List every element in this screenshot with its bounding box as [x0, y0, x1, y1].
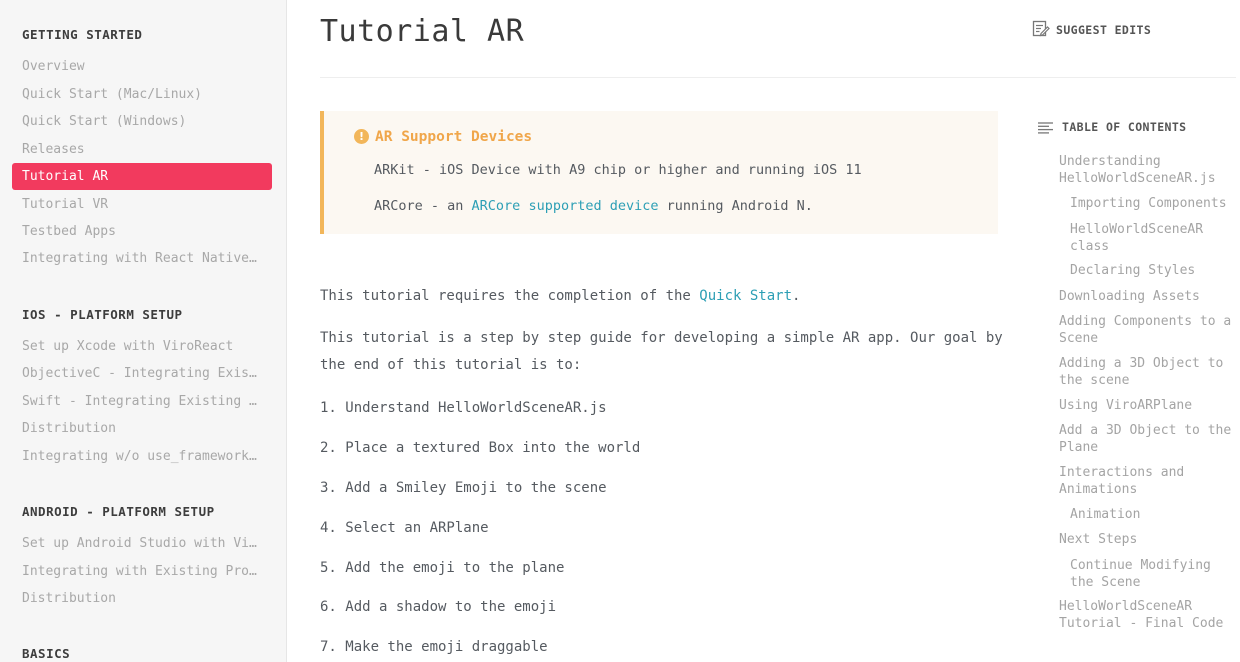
quick-start-link[interactable]: Quick Start — [699, 288, 792, 304]
toc-item[interactable]: Interactions and Animations — [1059, 464, 1239, 498]
callout-title: ! AR Support Devices — [354, 129, 532, 145]
suggest-edits-button[interactable]: SUGGEST EDITS — [1032, 20, 1151, 38]
toc-item[interactable]: Declaring Styles — [1070, 262, 1238, 279]
intro-paragraph: This tutorial requires the completion of… — [320, 288, 800, 304]
toc-item[interactable]: Using ViroARPlane — [1059, 397, 1239, 414]
step-item: 3. Add a Smiley Emoji to the scene — [320, 480, 607, 496]
sidebar-section-title: BASICS — [22, 646, 71, 661]
step-item: 1. Understand HelloWorldSceneAR.js — [320, 400, 607, 416]
sidebar-item-testbed-apps[interactable]: Testbed Apps — [12, 218, 262, 245]
step-item: 4. Select an ARPlane — [320, 520, 489, 536]
arcore-supported-device-link[interactable]: ARCore supported device — [472, 198, 659, 214]
sidebar-item-tutorial-vr[interactable]: Tutorial VR — [12, 191, 262, 218]
sidebar-item-tutorial-ar[interactable]: Tutorial AR — [12, 163, 272, 190]
callout-text: running Android N. — [658, 198, 813, 214]
sidebar-item-setup-android-studio[interactable]: Set up Android Studio with ViroR… — [12, 530, 262, 557]
sidebar-item-swift-integrating[interactable]: Swift - Integrating Existing Pro… — [12, 388, 262, 415]
paragraph-text: This tutorial requires the completion of… — [320, 288, 700, 304]
goal-paragraph-line1: This tutorial is a step by step guide fo… — [320, 330, 1003, 346]
toc-header: TABLE OF CONTENTS — [1038, 120, 1187, 134]
page-title: Tutorial AR — [320, 14, 525, 49]
suggest-edits-label: SUGGEST EDITS — [1056, 23, 1152, 37]
sidebar-section-title: ANDROID - PLATFORM SETUP — [22, 504, 215, 519]
toc-item[interactable]: Add a 3D Object to the Plane — [1059, 422, 1239, 456]
sidebar-item-quick-start-windows[interactable]: Quick Start (Windows) — [12, 108, 262, 135]
toc-item[interactable]: Adding a 3D Object to the scene — [1059, 355, 1239, 389]
sidebar-item-integrating-react-native[interactable]: Integrating with React Native Pr… — [12, 245, 262, 272]
sidebar: GETTING STARTED Overview Quick Start (Ma… — [0, 0, 287, 662]
callout-line-arkit: ARKit - iOS Device with A9 chip or highe… — [374, 162, 862, 178]
edit-icon — [1032, 20, 1050, 37]
toc-item[interactable]: Animation — [1070, 506, 1238, 523]
toc-item[interactable]: Importing Components — [1070, 195, 1238, 212]
toc-item[interactable]: HelloWorldSceneAR class — [1070, 221, 1238, 255]
toc-header-label: TABLE OF CONTENTS — [1062, 120, 1187, 134]
list-icon — [1038, 122, 1053, 134]
callout-line-arcore: ARCore - an ARCore supported device runn… — [374, 198, 813, 214]
callout-text: ARCore - an — [374, 198, 472, 214]
toc-item[interactable]: HelloWorldSceneAR Tutorial - Final Code — [1059, 598, 1239, 632]
sidebar-item-objectivec-integrating[interactable]: ObjectiveC - Integrating Existin… — [12, 360, 262, 387]
sidebar-item-android-distribution[interactable]: Distribution — [12, 585, 262, 612]
toc-item[interactable]: Downloading Assets — [1059, 288, 1239, 305]
step-item: 7. Make the emoji draggable — [320, 639, 548, 655]
toc-item[interactable]: Continue Modifying the Scene — [1070, 557, 1238, 591]
step-item: 5. Add the emoji to the plane — [320, 560, 565, 576]
sidebar-item-integrating-without-frameworks[interactable]: Integrating w/o use_frameworks! … — [12, 443, 262, 470]
toc-item[interactable]: Next Steps — [1059, 531, 1239, 548]
sidebar-item-quick-start-mac-linux[interactable]: Quick Start (Mac/Linux) — [12, 81, 262, 108]
sidebar-item-releases[interactable]: Releases — [12, 136, 262, 163]
sidebar-section-title: IOS - PLATFORM SETUP — [22, 307, 183, 322]
exclamation-icon: ! — [354, 129, 369, 144]
sidebar-item-overview[interactable]: Overview — [12, 53, 262, 80]
toc-item[interactable]: Understanding HelloWorldSceneAR.js — [1059, 153, 1239, 187]
toc-item[interactable]: Adding Components to a Scene — [1059, 313, 1239, 347]
step-item: 2. Place a textured Box into the world — [320, 440, 641, 456]
warning-callout: ! AR Support Devices ARKit - iOS Device w… — [320, 111, 998, 234]
step-item: 6. Add a shadow to the emoji — [320, 599, 557, 615]
sidebar-item-setup-xcode[interactable]: Set up Xcode with ViroReact — [12, 333, 262, 360]
paragraph-text: . — [792, 288, 801, 304]
sidebar-section-title: GETTING STARTED — [22, 27, 143, 42]
goal-paragraph-line2: the end of this tutorial is to: — [320, 357, 582, 373]
sidebar-item-ios-distribution[interactable]: Distribution — [12, 415, 262, 442]
header-divider — [320, 77, 1236, 78]
callout-title-text: AR Support Devices — [375, 129, 533, 145]
sidebar-item-integrating-existing-project[interactable]: Integrating with Existing Projec… — [12, 558, 262, 585]
